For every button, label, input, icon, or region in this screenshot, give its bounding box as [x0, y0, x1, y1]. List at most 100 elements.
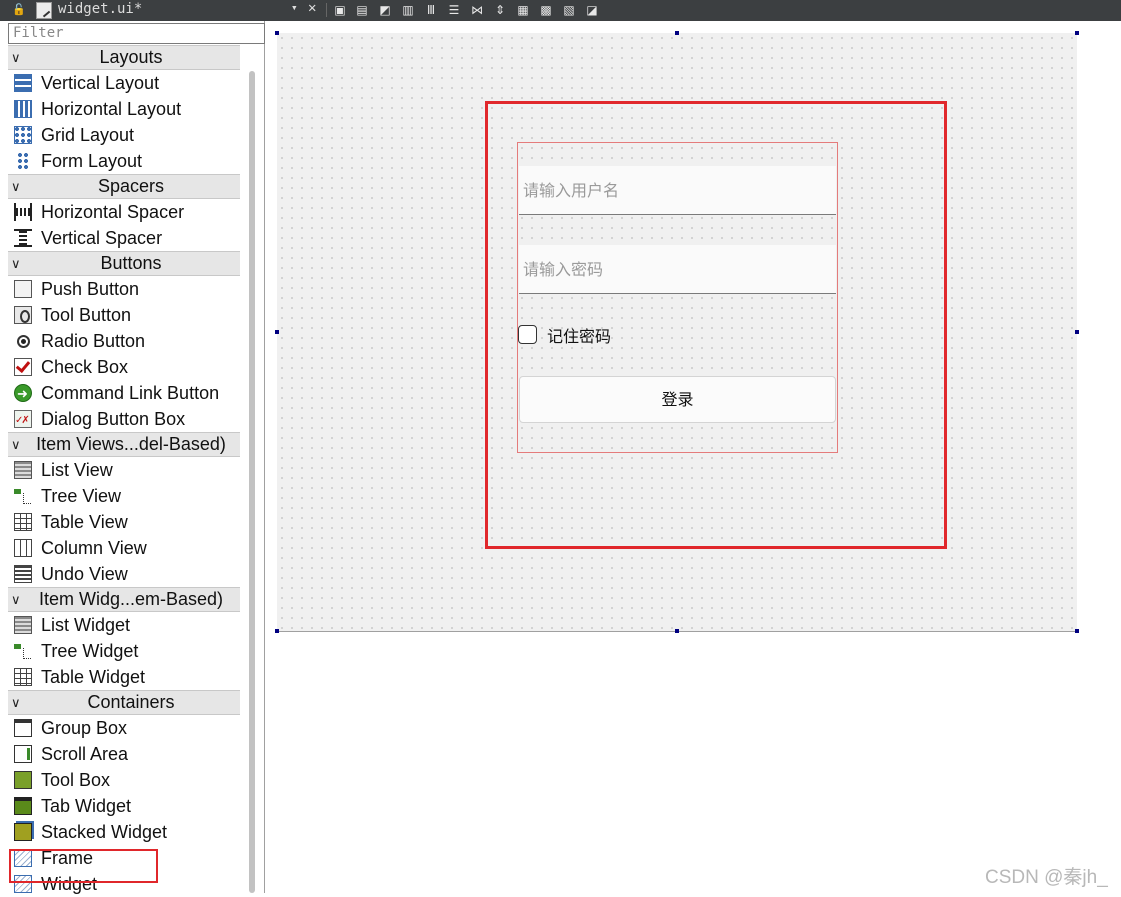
widget-item[interactable]: List Widget	[8, 612, 240, 638]
widget-item-label: Dialog Button Box	[41, 409, 186, 429]
widget-item-label: Vertical Spacer	[41, 228, 163, 248]
frame-item-highlight	[9, 849, 158, 883]
category-header[interactable]: ∨ Layouts	[8, 45, 240, 70]
widget-item[interactable]: Horizontal Spacer	[8, 199, 240, 225]
password-input[interactable]: 请输入密码	[519, 245, 836, 294]
form-layout-icon	[17, 152, 29, 170]
category-header[interactable]: ∨ Buttons	[8, 251, 240, 276]
radio-button-icon	[17, 335, 30, 348]
widget-item[interactable]: Tab Widget	[8, 793, 240, 819]
widget-item-label: Tool Button	[41, 305, 132, 325]
lock-icon: 🔓	[12, 3, 26, 16]
widget-item-label: Table Widget	[41, 667, 146, 687]
widget-item[interactable]: Dialog Button Box	[8, 406, 240, 434]
widget-item[interactable]: Table View	[8, 509, 240, 535]
username-input[interactable]: 请输入用户名	[519, 166, 836, 215]
widget-list: ∨ Layouts Vertical Layout Horizontal Layout…	[8, 45, 240, 897]
widget-item[interactable]: Tree Widget	[8, 638, 240, 664]
edit-signals-icon[interactable]: ▤	[355, 3, 369, 17]
widget-item[interactable]: Command Link Button	[8, 380, 240, 407]
category-header[interactable]: ∨ Item Widg...em-Based)	[8, 587, 240, 612]
adjust-size-icon[interactable]: ◪	[585, 3, 599, 17]
widget-item[interactable]: Undo View	[8, 561, 240, 587]
widget-item[interactable]: Form Layout	[8, 148, 240, 174]
push-button-icon	[14, 280, 32, 298]
list-view-icon	[14, 461, 32, 479]
widget-item[interactable]: Tool Button	[8, 302, 240, 328]
file-tab-bar: 🔓 widget.ui* ▾ ✕	[0, 0, 316, 21]
widget-item[interactable]: Grid Layout	[8, 122, 240, 148]
widget-item-label: Group Box	[41, 718, 128, 738]
layout-vertical-icon[interactable]: ☰	[447, 3, 461, 17]
resize-handle[interactable]	[1075, 31, 1079, 35]
remember-password-checkbox[interactable]	[518, 325, 537, 344]
layout-h-splitter-icon[interactable]: ⋈	[470, 3, 484, 17]
category-header[interactable]: ∨ Spacers	[8, 174, 240, 199]
horizontal-spacer-icon	[14, 203, 32, 221]
close-icon[interactable]: ✕	[308, 0, 316, 16]
widget-item-label: List Widget	[41, 615, 131, 635]
widget-item[interactable]: Radio Button	[8, 328, 240, 354]
widget-item-label: Form Layout	[41, 151, 143, 171]
resize-handle[interactable]	[675, 629, 679, 633]
widget-item[interactable]: Scroll Area	[8, 741, 240, 767]
resize-handle[interactable]	[275, 330, 279, 334]
chevron-down-icon: ∨	[11, 592, 21, 607]
widget-item-label: Grid Layout	[41, 125, 135, 145]
widget-item[interactable]: Column View	[8, 535, 240, 561]
command-link-icon	[14, 381, 32, 407]
resize-handle[interactable]	[675, 31, 679, 35]
layout-horizontal-icon[interactable]: Ⅲ	[424, 3, 438, 17]
stacked-widget-icon	[14, 823, 32, 841]
widget-item-label: Column View	[41, 538, 147, 558]
widget-item-label: Push Button	[41, 279, 140, 299]
widget-item[interactable]: Vertical Spacer	[8, 225, 240, 251]
category-label: Buttons	[100, 253, 162, 273]
widget-item[interactable]: Stacked Widget	[8, 819, 240, 845]
tree-view-icon	[14, 487, 32, 505]
widget-item[interactable]: Check Box	[8, 354, 240, 380]
layout-grid-icon[interactable]: ▦	[516, 3, 530, 17]
file-tab-title[interactable]: widget.ui*	[58, 1, 142, 17]
widget-box: Filter ∨ Layouts Vertical Layout Horizontal…	[0, 21, 265, 894]
category-header[interactable]: ∨ Item Views...del-Based)	[8, 432, 240, 457]
column-view-icon	[14, 539, 32, 557]
group-box-icon	[14, 719, 32, 737]
widget-item-label: Undo View	[41, 564, 128, 584]
widget-item[interactable]: Group Box	[8, 715, 240, 741]
widget-item-label: Tree Widget	[41, 641, 139, 661]
widget-item[interactable]: Push Button	[8, 276, 240, 302]
widget-item-label: Horizontal Layout	[41, 99, 182, 119]
resize-handle[interactable]	[1075, 330, 1079, 334]
edit-tab-order-icon[interactable]: ▥	[401, 3, 415, 17]
widget-item[interactable]: List View	[8, 457, 240, 483]
edit-buddies-icon[interactable]: ◩	[378, 3, 392, 17]
resize-handle[interactable]	[275, 31, 279, 35]
dialog-button-box-icon	[14, 408, 32, 434]
widget-item-label: Tree View	[41, 486, 122, 506]
chevron-down-icon: ∨	[11, 50, 21, 65]
filter-input[interactable]: Filter	[8, 23, 265, 44]
widget-item-label: Table View	[41, 512, 128, 532]
layout-form-icon[interactable]: ▩	[539, 3, 553, 17]
check-box-icon	[14, 358, 32, 376]
category-label: Containers	[87, 692, 175, 712]
edit-widgets-icon[interactable]: ▣	[333, 3, 347, 17]
tab-dropdown-icon[interactable]: ▾	[291, 1, 298, 14]
widget-item[interactable]: Horizontal Layout	[8, 96, 240, 122]
resize-handle[interactable]	[1075, 629, 1079, 633]
widget-item[interactable]: Table Widget	[8, 664, 240, 690]
category-label: Layouts	[99, 47, 163, 67]
layout-v-splitter-icon[interactable]: ⇕	[493, 3, 507, 17]
break-layout-icon[interactable]: ▧	[562, 3, 576, 17]
resize-handle[interactable]	[275, 629, 279, 633]
widget-item[interactable]: Tree View	[8, 483, 240, 509]
category-header[interactable]: ∨ Containers	[8, 690, 240, 715]
widget-item[interactable]: Vertical Layout	[8, 70, 240, 96]
scroll-area-icon	[14, 745, 32, 763]
widget-box-scrollbar[interactable]	[249, 71, 255, 893]
watermark: CSDN @秦jh_	[985, 867, 1108, 888]
login-button[interactable]: 登录	[519, 376, 836, 423]
widget-item[interactable]: Tool Box	[8, 767, 240, 793]
widget-item-label: Tool Box	[41, 770, 111, 790]
